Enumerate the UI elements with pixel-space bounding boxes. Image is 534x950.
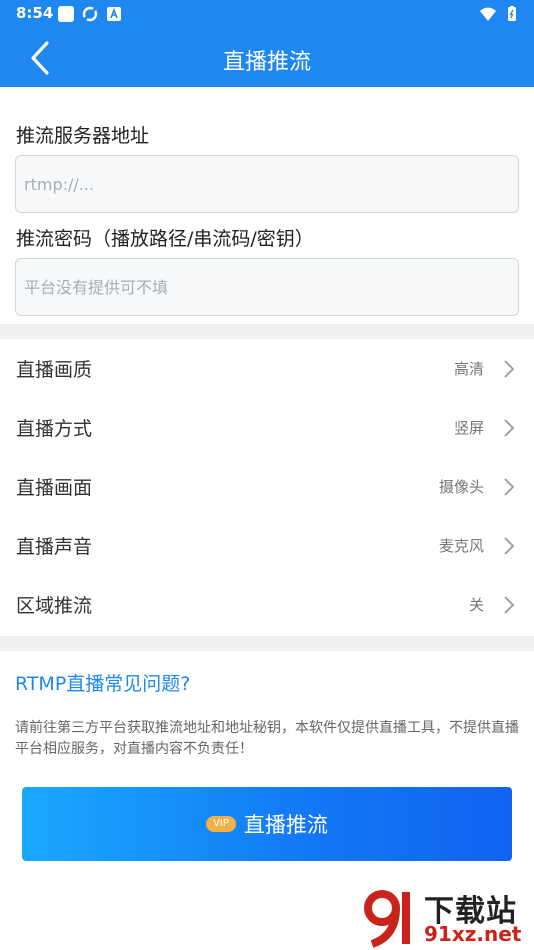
chevron-right-icon xyxy=(504,536,515,555)
chevron-right-icon xyxy=(504,477,515,496)
setting-label: 直播方式 xyxy=(16,418,93,440)
setting-value: 高清 xyxy=(453,360,484,378)
stream-form: 推流服务器地址 推流密码（播放路径/串流码/密钥） xyxy=(0,87,534,324)
app-notification-icon xyxy=(107,7,121,21)
server-address-input[interactable] xyxy=(24,174,518,194)
setting-row-source[interactable]: 直播画面 摄像头 xyxy=(0,457,534,516)
watermark-logo-icon xyxy=(364,890,410,948)
watermark-url: 91xz.net xyxy=(424,922,522,946)
notification-square-icon xyxy=(58,6,74,22)
sync-icon xyxy=(82,6,98,22)
site-watermark: 下载站 91xz.net xyxy=(358,886,530,948)
setting-label: 直播画面 xyxy=(16,477,93,499)
setting-value: 摄像头 xyxy=(438,478,484,496)
battery-icon xyxy=(508,6,516,21)
push-stream-page: 8:54 直播推流 推流服务器地址 rtmp://... 推流密码（播放路径/串… xyxy=(0,0,534,950)
setting-value: 关 xyxy=(468,596,484,614)
setting-row-orientation[interactable]: 直播方式 竖屏 xyxy=(0,398,534,457)
section-divider xyxy=(0,636,534,651)
setting-row-quality[interactable]: 直播画质 高清 xyxy=(0,339,534,398)
page-title: 直播推流 xyxy=(222,50,311,75)
faq-link[interactable]: RTMP直播常见问题? xyxy=(15,669,190,696)
server-address-field[interactable] xyxy=(15,155,519,213)
server-address-label: 推流服务器地址 xyxy=(16,125,150,147)
stream-key-input[interactable] xyxy=(24,277,518,297)
setting-row-audio[interactable]: 直播声音 麦克风 xyxy=(0,516,534,575)
setting-row-region[interactable]: 区域推流 关 xyxy=(0,575,534,634)
start-stream-button[interactable]: VIP 直播推流 xyxy=(22,787,512,861)
section-divider xyxy=(0,324,534,339)
setting-value: 竖屏 xyxy=(453,419,484,437)
setting-value: 麦克风 xyxy=(438,537,484,555)
vip-badge: VIP xyxy=(206,816,236,832)
wifi-icon xyxy=(480,7,496,21)
status-notification-icons xyxy=(58,6,122,22)
chevron-right-icon xyxy=(504,359,515,378)
setting-label: 直播画质 xyxy=(16,359,93,381)
setting-label: 区域推流 xyxy=(16,595,93,617)
stream-key-field[interactable] xyxy=(15,258,519,316)
status-system-icons xyxy=(480,6,520,22)
chevron-right-icon xyxy=(504,595,515,614)
settings-list: 直播画质 高清 直播方式 竖屏 直播画面 摄像头 直播声音 麦克风 区域推流 关 xyxy=(0,339,534,636)
setting-label: 直播声音 xyxy=(16,536,93,558)
app-header: 8:54 直播推流 xyxy=(0,0,534,87)
disclaimer-text: 请前往第三方平台获取推流地址和地址秘钥，本软件仅提供直播工具，不提供直播平台相应… xyxy=(15,720,519,757)
status-bar: 8:54 xyxy=(0,0,534,28)
chevron-right-icon xyxy=(504,418,515,437)
status-time: 8:54 xyxy=(16,4,54,22)
stream-key-label: 推流密码（播放路径/串流码/密钥） xyxy=(16,228,314,250)
start-stream-label: 直播推流 xyxy=(243,813,328,837)
